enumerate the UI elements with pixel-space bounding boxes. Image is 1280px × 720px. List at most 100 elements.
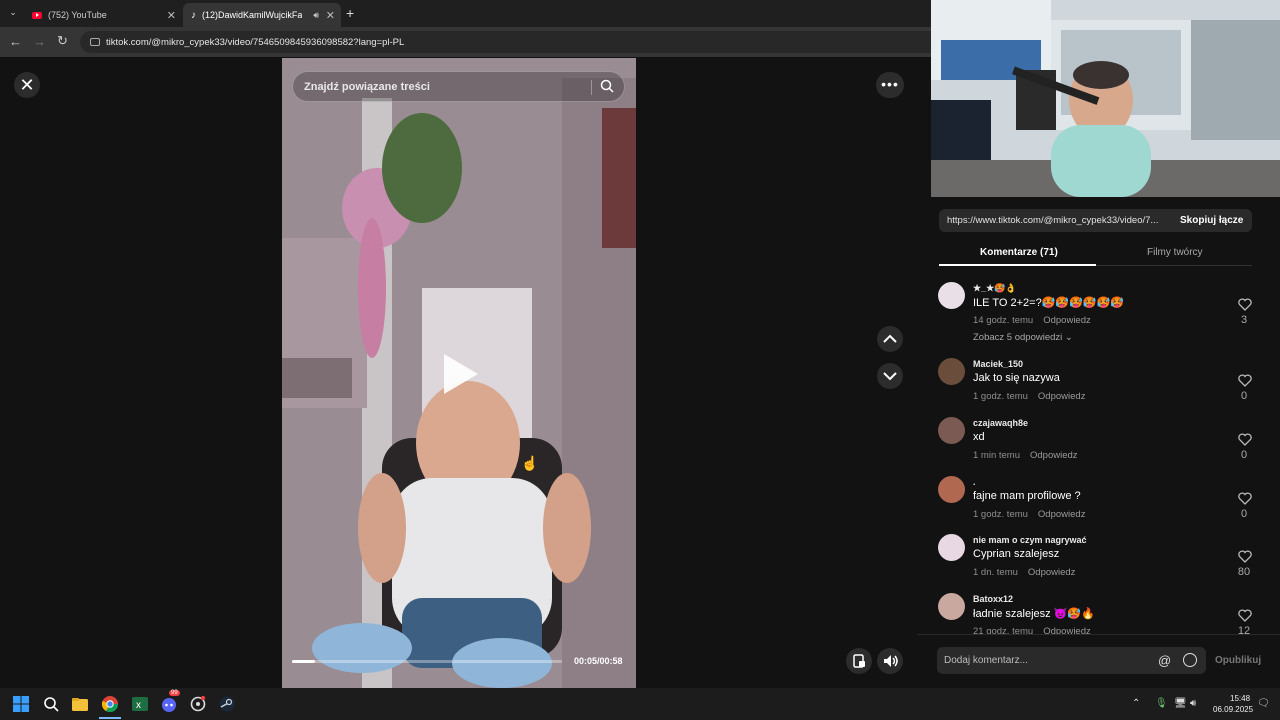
reply-button[interactable]: Odpowiedz [1028,567,1076,578]
network-icon[interactable]: 🖥︎ [1174,698,1187,709]
comment-username[interactable]: . [973,477,976,487]
comments-list[interactable]: ★_★🥵👌 ILE TO 2+2=?🥵🥵🥵🥵🥵🥵 14 godz. temu Odpo… [917,268,1280,634]
related-search-input[interactable]: Znajdź powiązane treści [292,71,625,102]
comment-time: 1 min temu [973,450,1020,461]
search-icon[interactable] [599,78,615,99]
tab-title: (12)DawidKamilWujcikFame [202,10,302,20]
steelseries-icon[interactable] [190,695,206,712]
file-explorer-icon[interactable] [72,696,88,712]
new-tab-button[interactable]: + [346,5,354,21]
panel-tabs: Komentarze (71) Filmy twórcy [939,240,1252,266]
tab-creator-videos[interactable]: Filmy twórcy [1147,247,1203,258]
comment-meta: 14 godz. temu Odpowiedz [973,315,1091,326]
comment-meta: 1 godz. temu Odpowiedz [973,509,1085,520]
site-info-icon[interactable] [90,38,100,46]
comment-username[interactable]: Batoxx12 [973,594,1013,604]
emoji-icon[interactable] [1183,653,1197,667]
search-icon[interactable] [43,696,59,712]
comment-time: 1 godz. temu [973,509,1028,520]
comment-username[interactable]: nie mam o czym nagrywać [973,535,1087,545]
reply-button[interactable]: Odpowiedz [1038,509,1086,520]
tab-comments[interactable]: Komentarze (71) [980,247,1058,258]
tab-tiktok[interactable]: ♪ (12)DawidKamilWujcikFame 🔊︎ ✕ [183,3,341,27]
mention-icon[interactable]: @ [1158,653,1171,668]
reply-button[interactable]: Odpowiedz [1043,626,1091,634]
like-count: 12 [1237,625,1251,634]
reload-icon[interactable]: ↻ [57,33,68,49]
search-placeholder: Znajdź powiązane treści [304,80,430,93]
avatar[interactable] [938,476,965,503]
avatar[interactable] [938,593,965,620]
forward-icon[interactable]: → [33,34,46,49]
comment-time: 21 godz. temu [973,626,1034,634]
comment-username[interactable]: Maciek_150 [973,359,1023,369]
svg-text:x: x [136,700,141,711]
comment-meta: 21 godz. temu Odpowiedz [973,626,1091,634]
chrome-icon[interactable] [101,696,119,713]
volume-button[interactable] [877,648,903,674]
close-button[interactable]: ✕ [14,72,40,98]
steam-icon[interactable] [219,696,235,712]
reply-button[interactable]: Odpowiedz [1030,450,1078,461]
clock-date[interactable]: 06.09.2025 [1213,705,1253,714]
avatar[interactable] [938,358,965,385]
like-count: 3 [1240,314,1248,326]
comment-username[interactable]: czajawaqh8e [973,418,1028,428]
discord-icon[interactable]: 99 [161,690,180,712]
tray-overflow-icon[interactable]: ⌃ [1132,698,1140,709]
tab-close-icon[interactable]: ✕ [326,9,335,22]
back-icon[interactable]: ← [9,34,22,49]
url-text: tiktok.com/@mikro_cypek33/video/75465098… [106,36,405,48]
like-count: 0 [1240,508,1248,520]
tab-title: (752) YouTube [48,10,107,20]
picture-in-picture-button[interactable] [846,648,872,674]
discord-badge: 99 [169,690,180,696]
progress-bar[interactable] [292,660,562,663]
comment-text: xd [973,431,985,443]
comment-text: Cyprian szalejesz [973,548,1060,560]
webcam-overlay [931,0,1280,197]
comment-text: ładnie szalejesz 😈🥵🔥 [973,608,1095,620]
microphone-icon[interactable]: 🎙︎ [1155,698,1168,709]
comment-text: fajne mam profilowe ? [973,490,1081,502]
comment-meta: 1 min temu Odpowiedz [973,450,1078,461]
mouse-cursor-icon: ☝ [521,455,539,471]
comment-time: 1 godz. temu [973,391,1028,402]
search-divider [591,80,592,95]
reply-button[interactable]: Odpowiedz [1038,391,1086,402]
tab-youtube[interactable]: (752) YouTube ✕ [24,3,182,27]
address-bar[interactable]: tiktok.com/@mikro_cypek33/video/75465098… [80,31,931,53]
webcam-image [931,0,1280,197]
excel-icon[interactable]: x [132,696,148,712]
play-icon[interactable] [444,354,478,394]
share-link-text[interactable]: https://www.tiktok.com/@mikro_cypek33/vi… [947,215,1172,226]
avatar[interactable] [938,282,965,309]
tab-close-icon[interactable]: ✕ [167,9,176,22]
volume-icon [884,655,898,667]
previous-video-button[interactable] [877,326,903,352]
next-video-button[interactable] [877,363,903,389]
comment-time: 1 dn. temu [973,567,1018,578]
like-count: 0 [1240,449,1248,461]
tab-list-button[interactable]: ⌄ [5,7,21,21]
comment-username[interactable]: ★_★🥵👌 [973,283,1017,294]
see-replies-button[interactable]: Zobacz 5 odpowiedzi ⌄ [973,332,1073,343]
publish-button[interactable]: Opublikuj [1215,655,1261,666]
chevron-up-icon [883,334,897,343]
clock-time[interactable]: 15:48 [1230,694,1250,703]
comment-text: ILE TO 2+2=?🥵🥵🥵🥵🥵🥵 [973,297,1124,309]
copy-link-button[interactable]: Skopiuj łącze [1180,215,1243,226]
avatar[interactable] [938,534,965,561]
volume-tray-icon[interactable]: 🔊︎ [1190,698,1196,709]
video-time: 00:05/00:58 [574,656,623,666]
avatar[interactable] [938,417,965,444]
windows-start-icon[interactable] [13,696,29,712]
like-count: 80 [1237,566,1251,578]
reply-button[interactable]: Odpowiedz [1043,315,1091,326]
pip-icon [853,654,865,668]
notifications-icon[interactable]: 🗨︎ [1257,698,1270,709]
more-options-button[interactable]: ••• [876,72,904,98]
speaker-icon[interactable]: 🔊︎ [313,10,319,21]
comment-meta: 1 godz. temu Odpowiedz [973,391,1085,402]
comment-placeholder: Dodaj komentarz... [944,655,1028,666]
